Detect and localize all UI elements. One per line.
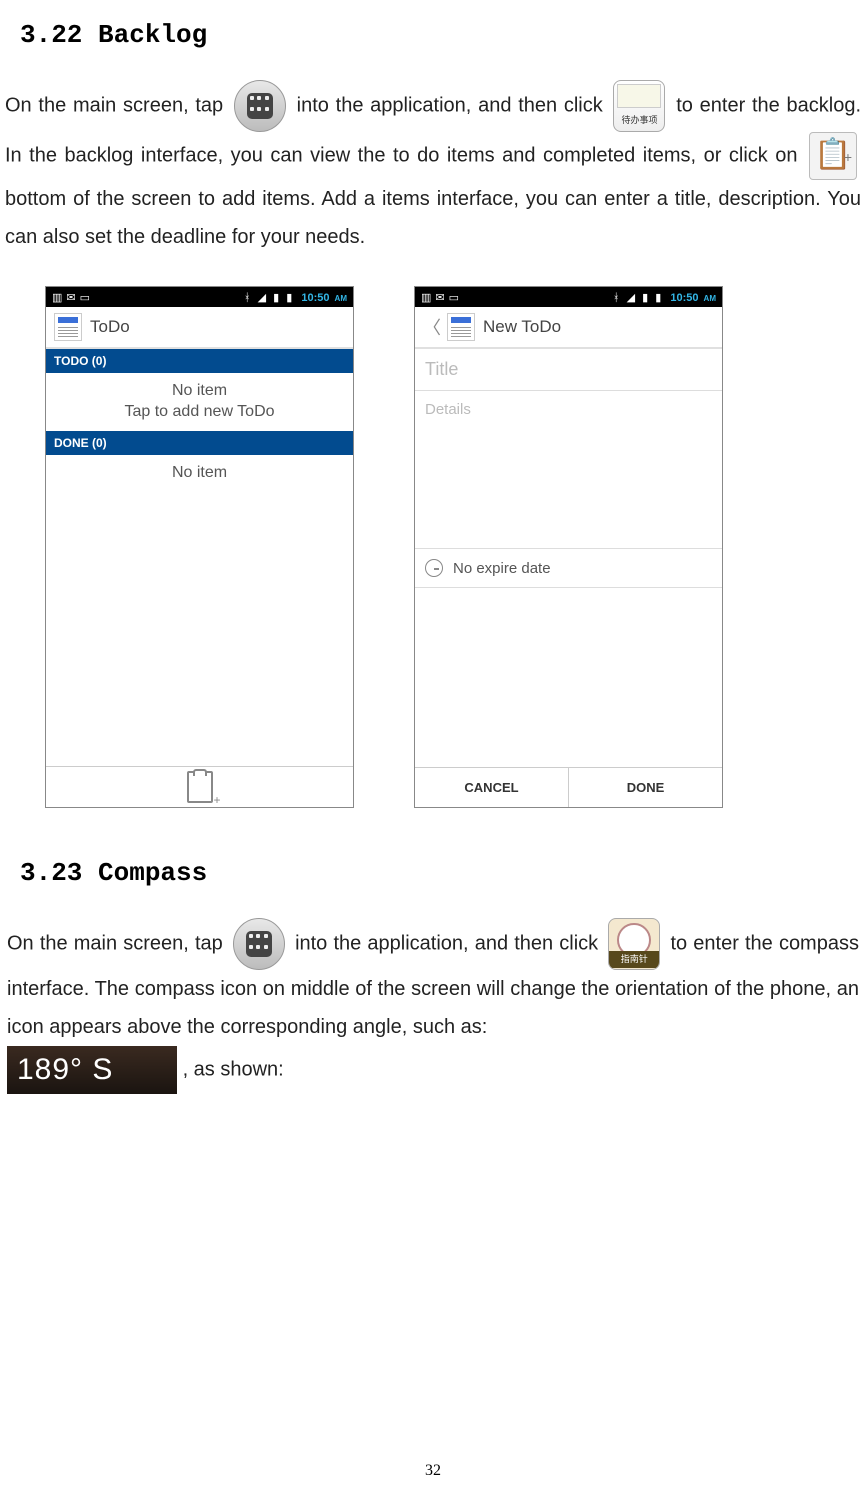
back-icon[interactable]: 〈 — [423, 314, 441, 340]
todo-section-header: TODO (0) — [46, 349, 353, 373]
status-bar: ▥ ✉ ▭ ᚼ ◢ ▮ ▮ 10:50 AM — [46, 287, 353, 307]
app-title: ToDo — [90, 317, 130, 337]
bluetooth-icon: ᚼ — [244, 292, 251, 304]
paragraph-backlog: On the main screen, tap into the applica… — [5, 80, 861, 256]
bottom-bar — [46, 766, 353, 807]
text-fragment: , as shown: — [183, 1058, 284, 1080]
text-fragment: On the main screen, tap — [7, 932, 229, 954]
chat-icon: ▭ — [80, 292, 90, 304]
cell-icon: ▮ — [273, 292, 279, 304]
app-title: New ToDo — [483, 317, 561, 337]
mail-icon: ✉ — [66, 292, 75, 304]
page-number: 32 — [0, 1462, 866, 1480]
empty-line: No item — [46, 463, 353, 484]
expire-date-row[interactable]: No expire date — [415, 548, 722, 588]
paragraph-compass: On the main screen, tap into the applica… — [5, 918, 861, 1094]
text-fragment: into the application, and then click — [295, 932, 604, 954]
screenshots-row: ▥ ✉ ▭ ᚼ ◢ ▮ ▮ 10:50 AM ToDo TODO (0) No it… — [45, 286, 866, 808]
todo-title-icon — [54, 313, 82, 341]
todo-title-icon — [447, 313, 475, 341]
cancel-button[interactable]: CANCEL — [415, 768, 569, 807]
battery-icon: ▮ — [286, 292, 292, 304]
screenshot-todo-list: ▥ ✉ ▭ ᚼ ◢ ▮ ▮ 10:50 AM ToDo TODO (0) No it… — [45, 286, 354, 808]
add-todo-icon[interactable] — [187, 771, 213, 803]
heading-backlog: 3.22 Backlog — [20, 20, 866, 50]
signal-icon: ▥ — [421, 292, 431, 304]
chat-icon: ▭ — [449, 292, 459, 304]
wifi-icon: ◢ — [258, 292, 266, 304]
text-fragment: bottom of the screen to add items. Add a… — [5, 188, 861, 248]
status-bar: ▥ ✉ ▭ ᚼ ◢ ▮ ▮ 10:50 AM — [415, 287, 722, 307]
clock-time: 10:50 AM — [299, 292, 347, 304]
add-item-icon: 📋 — [809, 132, 857, 180]
text-fragment: into the application, and then click — [297, 94, 610, 116]
mail-icon: ✉ — [435, 292, 444, 304]
bottom-two-buttons: CANCEL DONE — [415, 767, 722, 807]
done-empty-area: No item — [46, 455, 353, 492]
heading-compass: 3.23 Compass — [20, 858, 866, 888]
clock-time: 10:50 AM — [668, 292, 716, 304]
apps-drawer-icon — [233, 918, 285, 970]
empty-line: No item — [46, 381, 353, 402]
apps-drawer-icon — [234, 80, 286, 132]
text-fragment: On the main screen, tap — [5, 94, 230, 116]
compass-degree-display: 189° S — [7, 1046, 177, 1094]
details-input[interactable]: Details — [415, 391, 722, 428]
app-titlebar: 〈 New ToDo — [415, 307, 722, 349]
bluetooth-icon: ᚼ — [613, 292, 620, 304]
document-page: 3.22 Backlog On the main screen, tap int… — [0, 20, 866, 1496]
done-button[interactable]: DONE — [569, 768, 722, 807]
battery-icon: ▮ — [655, 292, 661, 304]
app-titlebar: ToDo — [46, 307, 353, 349]
clock-icon — [425, 559, 443, 577]
todo-app-icon: 待办事项 — [613, 80, 665, 132]
cell-icon: ▮ — [642, 292, 648, 304]
compass-app-icon: 指南针 — [608, 918, 660, 970]
expire-label: No expire date — [453, 560, 551, 577]
wifi-icon: ◢ — [627, 292, 635, 304]
todo-empty-area[interactable]: No item Tap to add new ToDo — [46, 373, 353, 431]
empty-line: Tap to add new ToDo — [46, 402, 353, 423]
title-input[interactable]: Title — [415, 349, 722, 391]
done-section-header: DONE (0) — [46, 431, 353, 455]
screenshot-new-todo: ▥ ✉ ▭ ᚼ ◢ ▮ ▮ 10:50 AM 〈 New ToDo Title De… — [414, 286, 723, 808]
signal-icon: ▥ — [52, 292, 62, 304]
